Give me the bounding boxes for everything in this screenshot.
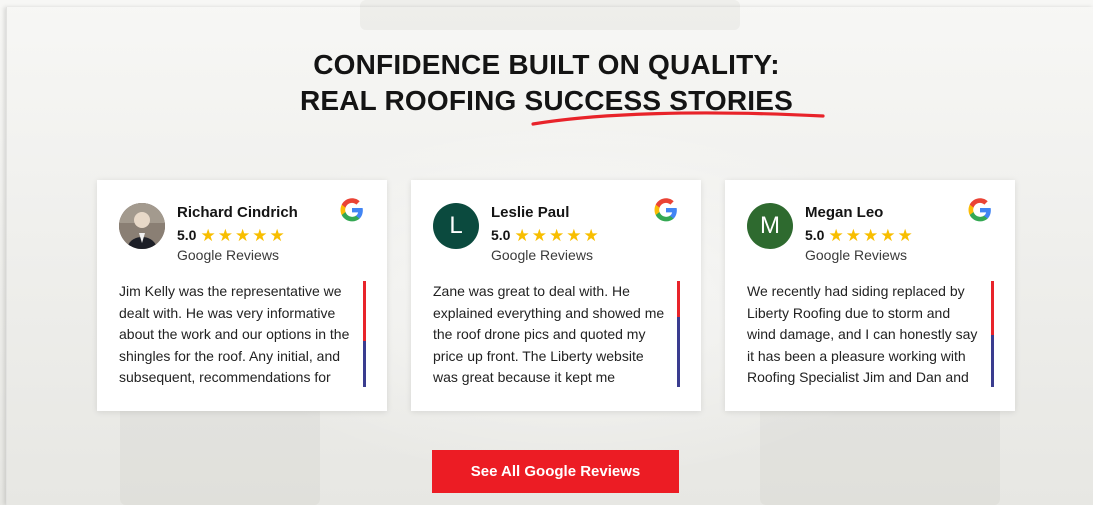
rating-row: 5.0 ★ ★ ★ ★ ★ <box>805 226 915 244</box>
review-card: M Megan Leo 5.0 ★ ★ ★ ★ ★ Google Reviews… <box>725 180 1015 411</box>
star-icon: ★ <box>880 225 896 245</box>
google-logo-icon <box>340 198 363 222</box>
scrollbar-thumb[interactable] <box>991 335 994 387</box>
reviewer-avatar: L <box>433 203 479 249</box>
scrollbar-segment-red <box>677 281 680 317</box>
star-icon: ★ <box>828 225 844 245</box>
avatar-letter: M <box>760 212 780 239</box>
rating-value: 5.0 <box>491 227 511 243</box>
google-logo-icon <box>654 198 677 222</box>
reviewer-name: Richard Cindrich <box>177 204 298 221</box>
reviewer-avatar: M <box>747 203 793 249</box>
star-icon: ★ <box>200 225 216 245</box>
reviewer-photo <box>119 203 165 249</box>
star-icon: ★ <box>252 225 268 245</box>
star-icon: ★ <box>862 225 879 245</box>
review-scrollbar[interactable] <box>677 281 680 387</box>
scrollbar-segment-red <box>991 281 994 335</box>
scrollbar-thumb[interactable] <box>363 341 366 387</box>
avatar-letter: L <box>449 212 463 239</box>
star-icon: ★ <box>514 225 530 245</box>
star-icon: ★ <box>234 225 251 245</box>
review-scrollbar[interactable] <box>991 281 994 387</box>
star-icon: ★ <box>583 225 599 245</box>
star-icon: ★ <box>217 225 233 245</box>
review-card: L Leslie Paul 5.0 ★ ★ ★ ★ ★ Google Revie… <box>411 180 701 411</box>
scrollbar-thumb[interactable] <box>677 317 680 387</box>
star-icon: ★ <box>845 225 861 245</box>
reviewer-name: Leslie Paul <box>491 204 570 221</box>
star-icon: ★ <box>548 225 565 245</box>
star-icon: ★ <box>531 225 547 245</box>
heading-line-1: CONFIDENCE BUILT ON QUALITY: <box>313 49 780 80</box>
swoosh-underline-icon <box>531 111 825 126</box>
scrollbar-segment-red <box>363 281 366 341</box>
review-source: Google Reviews <box>491 247 593 263</box>
review-source: Google Reviews <box>805 247 907 263</box>
google-logo-icon <box>968 198 991 222</box>
see-all-google-reviews-button[interactable]: See All Google Reviews <box>432 450 679 493</box>
star-icon: ★ <box>566 225 582 245</box>
review-source: Google Reviews <box>177 247 279 263</box>
review-text: Zane was great to deal with. He explaine… <box>433 283 665 385</box>
star-icon: ★ <box>897 225 913 245</box>
rating-row: 5.0 ★ ★ ★ ★ ★ <box>491 226 601 244</box>
rating-value: 5.0 <box>177 227 197 243</box>
review-text: We recently had siding replaced by Liber… <box>747 283 978 385</box>
rating-value: 5.0 <box>805 227 825 243</box>
review-scrollbar[interactable] <box>363 281 366 387</box>
review-text: Jim Kelly was the representative we deal… <box>119 283 350 385</box>
reviewer-name: Megan Leo <box>805 204 884 221</box>
star-icon: ★ <box>269 225 285 245</box>
rating-row: 5.0 ★ ★ ★ ★ ★ <box>177 226 287 244</box>
reviewer-avatar <box>119 203 165 249</box>
review-card: Richard Cindrich 5.0 ★ ★ ★ ★ ★ Google Re… <box>97 180 387 411</box>
